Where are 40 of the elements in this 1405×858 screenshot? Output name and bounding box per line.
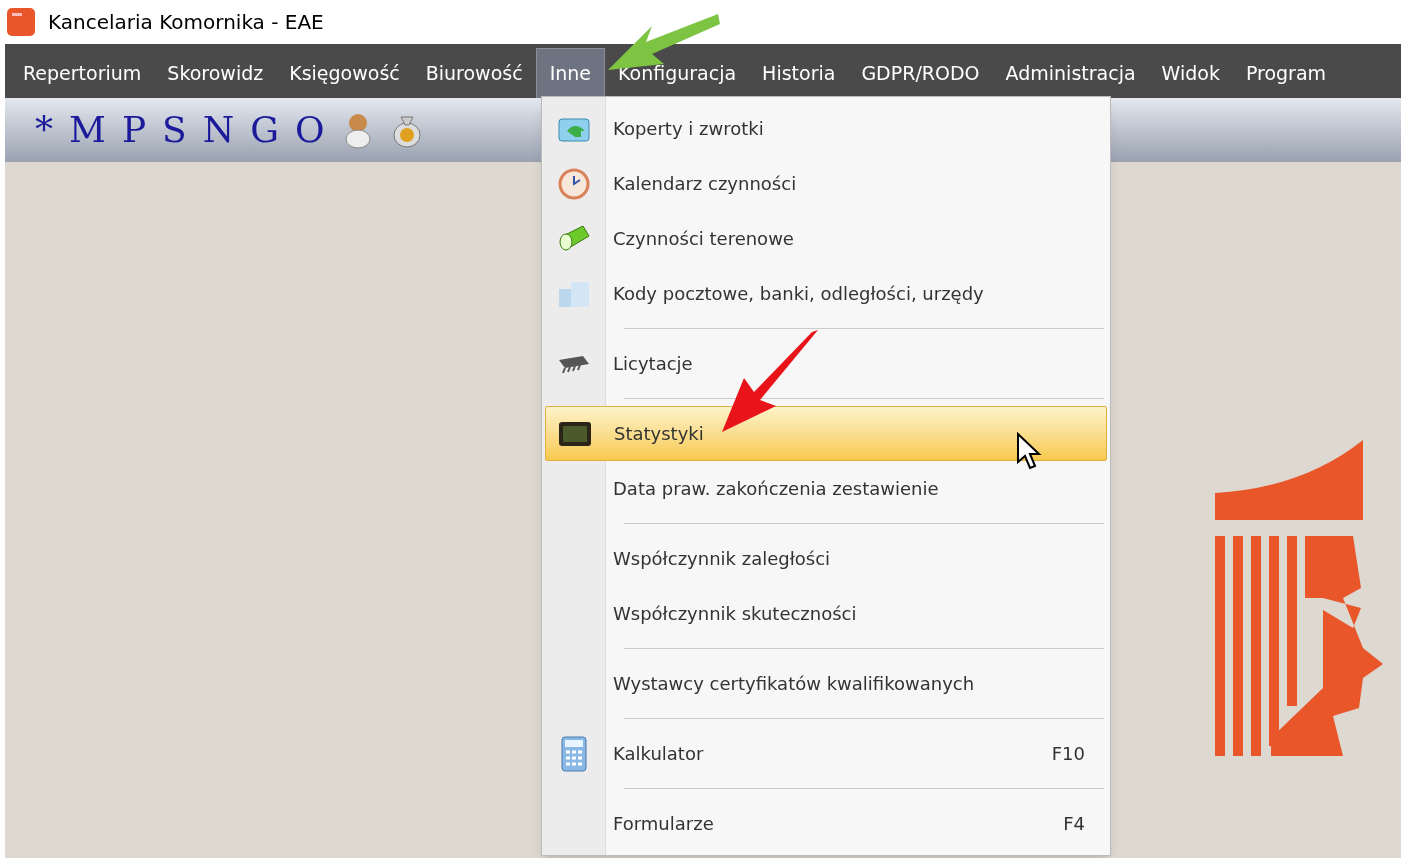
menu-option[interactable]: Kody pocztowe, banki, odległości, urzędy (545, 266, 1107, 321)
toolbar-button[interactable]: S (162, 112, 187, 148)
menu-item[interactable]: Skorowidz (154, 48, 277, 98)
menu-option[interactable]: Współczynnik zaległości (545, 531, 1107, 586)
toolbar-button[interactable]: G (250, 112, 280, 148)
shortcut-label: F4 (1063, 812, 1085, 836)
toolbar-button[interactable]: M (69, 112, 106, 148)
menu-option[interactable]: Wystawcy certyfikatów kwalifikowanych (545, 656, 1107, 711)
menu-option[interactable]: Kalendarz czynności (545, 156, 1107, 211)
menu-option[interactable]: Kalkulator F10 (545, 726, 1107, 781)
menu-item[interactable]: Księgowość (276, 48, 413, 98)
menu-item[interactable]: Administracja (992, 48, 1149, 98)
flashlight-icon (557, 223, 591, 254)
calculator-icon (561, 735, 587, 772)
toolbar-button[interactable]: P (121, 112, 147, 148)
menu-item[interactable]: Program (1232, 48, 1340, 98)
cursor-icon (1016, 432, 1042, 470)
menu-item[interactable]: GDPR/RODO (848, 48, 993, 98)
chalkboard-icon (557, 419, 593, 448)
menu-option[interactable]: Współczynnik skuteczności (545, 586, 1107, 641)
menu-option[interactable]: Data praw. zakończenia zestawienie (545, 461, 1107, 516)
menu-option[interactable]: Licytacje (545, 336, 1107, 391)
menu-option[interactable]: Koperty i zwrotki (545, 101, 1107, 156)
menu-item[interactable]: Inne (535, 48, 606, 98)
menu-item[interactable]: Biurowość (412, 48, 536, 98)
window-title: Kancelaria Komornika - EAE (48, 9, 324, 36)
menu-item[interactable]: Historia (749, 48, 849, 98)
menu-option[interactable]: Czynności terenowe (545, 211, 1107, 266)
shortcut-label: F10 (1051, 742, 1085, 766)
clock-icon (558, 167, 590, 200)
app-icon (6, 7, 36, 37)
menu-item[interactable]: Konfiguracja (605, 48, 750, 98)
menu-option[interactable]: Formularze F4 (545, 796, 1107, 851)
menu-item[interactable]: Widok (1148, 48, 1233, 98)
chip-icon (557, 353, 591, 374)
menu-item[interactable]: Repertorium (10, 48, 155, 98)
toolbar-button[interactable]: N (202, 112, 235, 148)
menu-option[interactable]: Statystyki (545, 406, 1107, 461)
toolbar-button[interactable]: O (295, 112, 325, 148)
toolbar-button[interactable]: * (35, 112, 53, 148)
